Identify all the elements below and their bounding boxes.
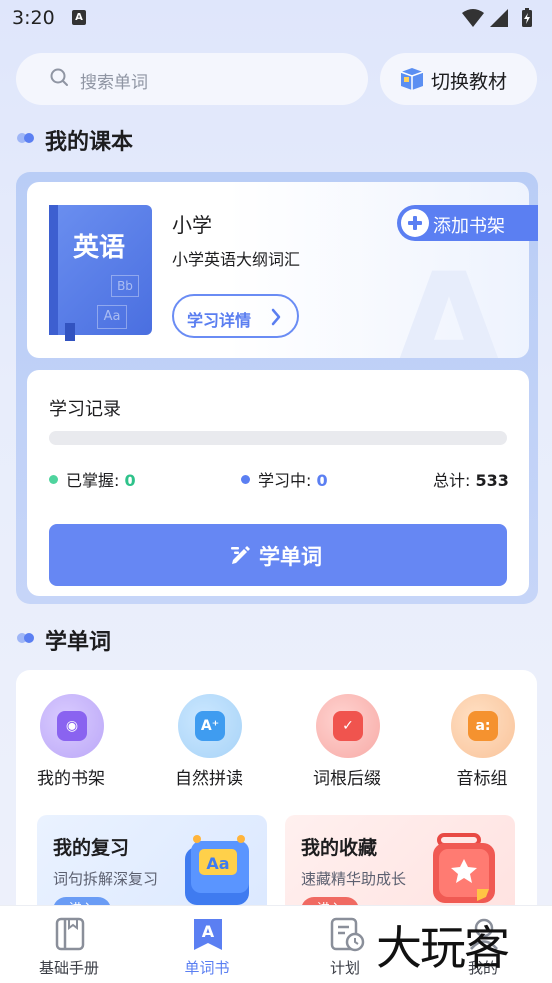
learn-words-button[interactable]: 学单词 [49,524,507,586]
mastered-dot-icon [49,475,58,484]
my-favorites-title: 我的收藏 [301,837,378,859]
tab-handbook-label: 基础手册 [38,959,99,977]
favorites-box-icon [433,833,495,903]
search-placeholder: 搜索单词 [80,73,148,93]
search-input[interactable]: 搜索单词 [16,53,368,105]
book-bg-letter: A [390,242,507,358]
learn-words-label: 学单词 [259,545,322,569]
flashcard-icon: Aa [185,835,249,905]
plan-icon [330,917,365,952]
feature-bookshelf-label: 我的书架 [37,769,105,789]
wordbook-icon: A [194,919,222,950]
status-icons [462,8,532,27]
status-bar: 3:20 A [0,0,552,38]
svg-text:A: A [202,922,215,941]
learning-stat: 学习中: 0 [241,467,328,491]
section-dots-icon [17,133,34,143]
feature-word-root[interactable]: ✓ 词根后缀 [292,694,402,794]
mastered-value: 0 [124,471,136,490]
feature-phonetic[interactable]: a: 音标组 [427,694,537,794]
word-root-icon: ✓ [316,694,380,758]
tab-wordbook[interactable]: A 单词书 [138,906,276,983]
feature-phonics[interactable]: A⁺ 自然拼读 [154,694,264,794]
mastered-stat: 已掌握: 0 [49,467,136,491]
my-favorites-subtitle: 速藏精华助成长 [301,870,407,888]
pen-icon [231,546,250,564]
feature-phonics-label: 自然拼读 [175,769,243,789]
book-cover-title: 英语 [73,233,126,263]
study-detail-button[interactable]: 学习详情 [172,294,299,338]
textbook-icon [400,68,424,90]
book-spine [49,205,58,335]
total-stat: 总计: 533 [433,471,509,490]
section-dots-icon [17,633,34,643]
learning-value: 0 [316,471,328,490]
watermark-text: 大玩客 [376,921,510,975]
phonics-icon: A⁺ [178,694,242,758]
tab-handbook[interactable]: 基础手册 [0,906,138,983]
learning-dot-icon [241,475,250,484]
search-icon [50,68,68,86]
my-review-subtitle: 词句拆解深复习 [53,870,159,888]
book-name: 小学英语大纲词汇 [172,250,301,269]
book-level: 小学 [172,213,212,237]
study-progress-bar [49,431,507,445]
tab-wordbook-label: 单词书 [184,959,230,977]
svg-text:Aa: Aa [206,854,229,873]
study-record-panel: 学习记录 已掌握: 0 学习中: 0 总计: 533 学单词 [27,370,529,596]
feature-bookshelf[interactable]: ◉ 我的书架 [16,694,126,794]
study-detail-label: 学习详情 [187,311,252,330]
chevron-right-icon [271,308,281,326]
study-record-title: 学习记录 [49,399,121,420]
add-to-shelf-label: 添加书架 [433,216,505,237]
book-cover-aa: Aa [97,305,127,329]
book-cover-bb: Bb [111,275,139,297]
feature-word-root-label: 词根后缀 [313,769,381,789]
switch-textbook-label: 切换教材 [431,71,508,93]
book-ribbon [65,323,75,341]
status-time: 3:20 [12,7,55,29]
handbook-icon [55,917,85,951]
switch-textbook-button[interactable]: 切换教材 [380,53,537,105]
my-review-title: 我的复习 [53,837,130,859]
notification-icon: A [72,10,86,25]
add-to-shelf-button[interactable]: 添加书架 [397,205,538,241]
total-value: 533 [475,471,509,490]
phonetic-icon: a: [451,694,515,758]
feature-phonetic-label: 音标组 [456,769,508,789]
plus-icon [401,209,429,237]
bookshelf-icon: ◉ [40,694,104,758]
book-cover[interactable]: 英语 Bb Aa [49,205,152,341]
